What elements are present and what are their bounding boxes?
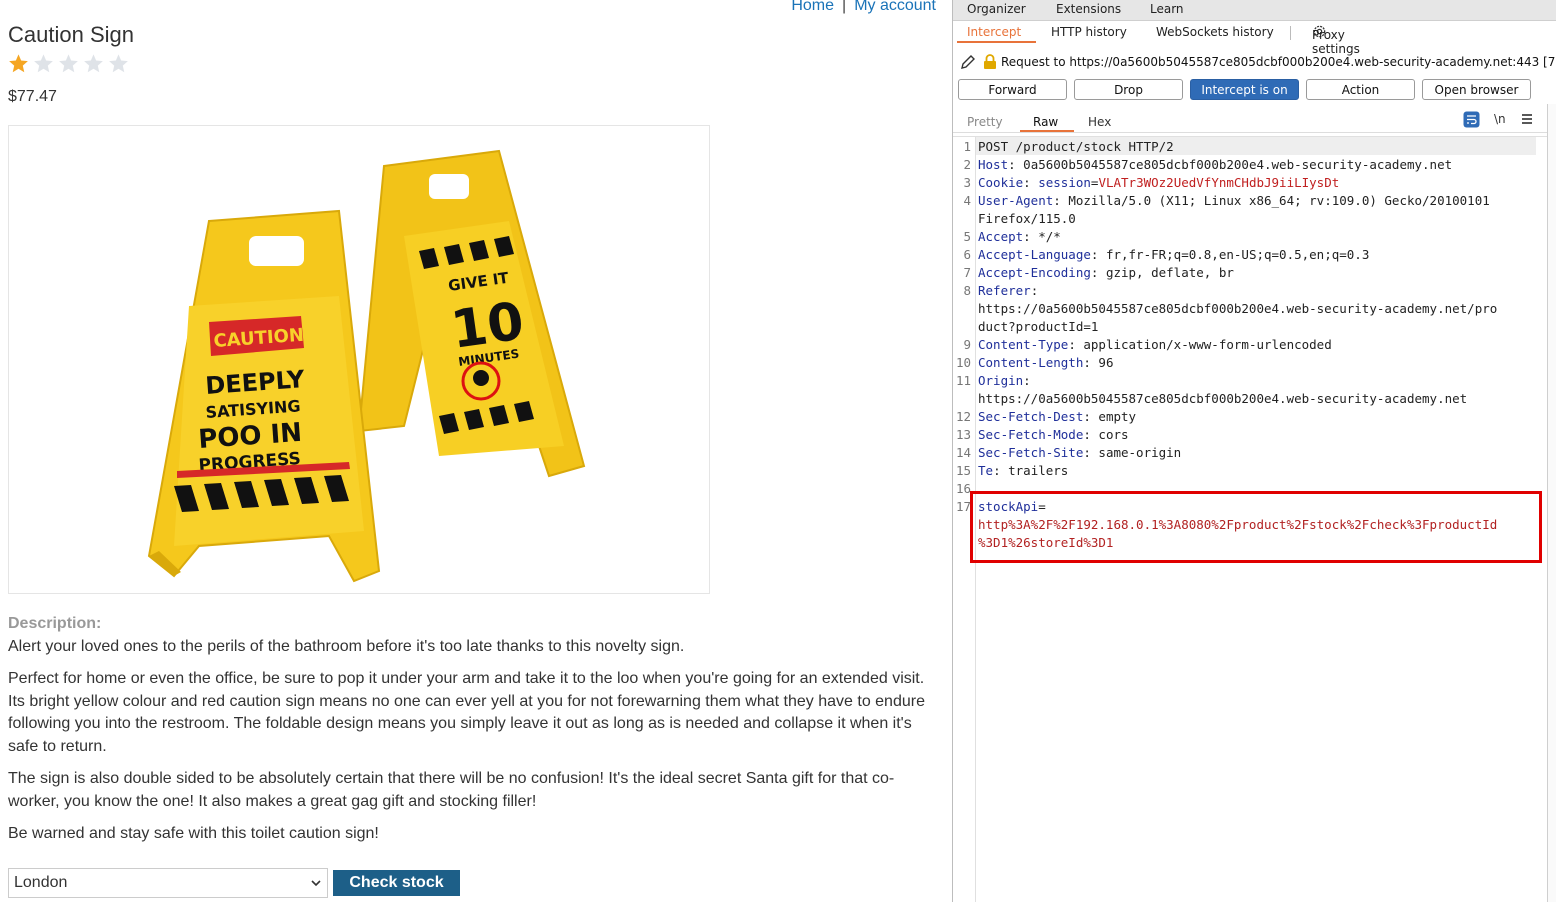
header-line-sec-fetch-dest: Sec-Fetch-Dest: empty — [978, 409, 1137, 424]
line-number: 9 — [963, 337, 971, 352]
store-select-value: London — [14, 874, 68, 891]
message-view-tabs: Pretty Raw Hex \n — [953, 110, 1556, 133]
header-line-content-type: Content-Type: application/x-www-form-url… — [978, 337, 1332, 352]
product-description: Description: Alert your loved ones to th… — [8, 613, 933, 856]
request-editor[interactable]: 1 2 3 4 5 6 7 8 9 10 11 12 13 14 15 16 1… — [953, 136, 1548, 902]
action-button[interactable]: Action — [1306, 79, 1415, 100]
line-number: 1 — [963, 139, 971, 154]
header-line-user-agent: User-Agent: Mozilla/5.0 (X11; Linux x86_… — [978, 193, 1490, 208]
request-info-bar: Request to https://0a5600b5045587ce805dc… — [953, 50, 1556, 74]
product-image: GIVE IT 10 MINUTES CAUTION DEEPLY SATISY… — [8, 125, 710, 594]
product-title: Caution Sign — [8, 22, 134, 47]
nav-separator: | — [842, 0, 847, 14]
request-line: POST /product/stock HTTP/2 — [978, 139, 1174, 154]
header-line-referer-value: https://0a5600b5045587ce805dcbf000b200e4… — [978, 301, 1498, 316]
product-price: $77.47 — [8, 88, 57, 105]
tab-raw[interactable]: Raw — [1033, 115, 1058, 129]
line-number: 8 — [963, 283, 971, 298]
wrap-lines-icon[interactable] — [1463, 111, 1480, 128]
pencil-icon[interactable] — [959, 53, 977, 71]
intercept-toggle-button[interactable]: Intercept is on — [1190, 79, 1299, 100]
header-line-sec-fetch-site: Sec-Fetch-Site: same-origin — [978, 445, 1182, 460]
description-paragraph: The sign is also double sided to be abso… — [8, 770, 895, 810]
header-line-accept-encoding: Accept-Encoding: gzip, deflate, br — [978, 265, 1234, 280]
menu-learn[interactable]: Learn — [1150, 2, 1184, 16]
store-select[interactable]: London — [8, 868, 328, 898]
line-number: 14 — [955, 445, 971, 460]
lock-icon — [984, 54, 996, 69]
check-stock-button[interactable]: Check stock — [333, 870, 460, 896]
star-empty-icon — [34, 54, 53, 73]
line-number: 12 — [955, 409, 971, 424]
tab-proxy-settings[interactable]: Proxy settings — [1312, 24, 1360, 56]
header-line-referer-cont: duct?productId=1 — [978, 319, 1099, 334]
menu-extensions[interactable]: Extensions — [1056, 2, 1121, 16]
line-number: 16 — [955, 481, 971, 496]
open-browser-button[interactable]: Open browser — [1422, 79, 1531, 100]
inspector-side-strip[interactable] — [1547, 104, 1556, 902]
request-target-text: Request to https://0a5600b5045587ce805dc… — [1001, 55, 1556, 69]
star-filled-icon — [9, 54, 28, 73]
star-empty-icon — [109, 54, 128, 73]
line-number: 13 — [955, 427, 971, 442]
product-page: Home | My account Caution Sign $77.47 GIVE… — [0, 0, 952, 902]
tab-divider — [1290, 26, 1291, 40]
proxy-tabs: Intercept HTTP history WebSockets histor… — [953, 21, 1556, 56]
top-navigation: Home | My account — [791, 0, 936, 15]
star-empty-icon — [59, 54, 78, 73]
home-link[interactable]: Home — [791, 0, 834, 14]
header-line-sec-fetch-mode: Sec-Fetch-Mode: cors — [978, 427, 1129, 442]
line-number: 4 — [963, 193, 971, 208]
header-line-origin-value: https://0a5600b5045587ce805dcbf000b200e4… — [978, 391, 1468, 406]
tab-hex[interactable]: Hex — [1088, 115, 1111, 129]
header-line-host: Host: 0a5600b5045587ce805dcbf000b200e4.w… — [978, 157, 1453, 172]
burp-menu-bar: Organizer Extensions Learn — [953, 0, 1556, 21]
star-empty-icon — [84, 54, 103, 73]
header-line-accept: Accept: */* — [978, 229, 1061, 244]
burp-proxy-panel: Organizer Extensions Learn Intercept HTT… — [952, 0, 1556, 902]
active-tab-indicator — [957, 41, 1036, 43]
header-line-origin: Origin: — [978, 373, 1031, 388]
description-label: Description: — [8, 615, 102, 632]
line-number: 3 — [963, 175, 971, 190]
my-account-link[interactable]: My account — [854, 0, 936, 14]
line-number: 7 — [963, 265, 971, 280]
header-line-content-length: Content-Length: 96 — [978, 355, 1114, 370]
line-number: 6 — [963, 247, 971, 262]
tab-pretty[interactable]: Pretty — [967, 115, 1003, 129]
line-number: 11 — [955, 373, 971, 388]
header-line-user-agent-cont: Firefox/115.0 — [978, 211, 1076, 226]
drop-button[interactable]: Drop — [1074, 79, 1183, 100]
front-sign-graphic: CAUTION DEEPLY SATISYING POO IN PROGRESS — [147, 209, 381, 583]
line-number: 5 — [963, 229, 971, 244]
tab-websockets-history[interactable]: WebSockets history — [1156, 25, 1274, 39]
line-number: 10 — [955, 355, 971, 370]
tab-http-history[interactable]: HTTP history — [1051, 25, 1127, 39]
active-view-indicator — [1020, 130, 1074, 132]
description-paragraph: Be warned and stay safe with this toilet… — [8, 825, 379, 842]
stock-check-form: London Check stock — [8, 868, 460, 898]
back-sign-graphic: GIVE IT 10 MINUTES — [357, 149, 586, 478]
forward-button[interactable]: Forward — [958, 79, 1067, 100]
description-paragraph: Alert your loved ones to the perils of t… — [8, 637, 685, 655]
tab-intercept[interactable]: Intercept — [967, 25, 1021, 39]
header-line-cookie: Cookie: session=VLATr3WOz2UedVfYnmCHdbJ9… — [978, 175, 1340, 190]
header-line-accept-language: Accept-Language: fr,fr-FR;q=0.8,en-US;q=… — [978, 247, 1370, 262]
line-number: 2 — [963, 157, 971, 172]
menu-organizer[interactable]: Organizer — [967, 2, 1026, 16]
rating-stars — [8, 53, 129, 74]
newline-toggle-icon[interactable]: \n — [1494, 112, 1506, 126]
header-line-referer: Referer: — [978, 283, 1039, 298]
description-paragraph: Perfect for home or even the office, be … — [8, 670, 925, 755]
chevron-down-icon — [311, 879, 321, 886]
header-line-te: Te: trailers — [978, 463, 1069, 478]
line-number: 17 — [955, 499, 971, 514]
stockapi-highlight-box — [970, 491, 1542, 563]
menu-icon[interactable] — [1521, 113, 1533, 125]
line-number: 15 — [955, 463, 971, 478]
